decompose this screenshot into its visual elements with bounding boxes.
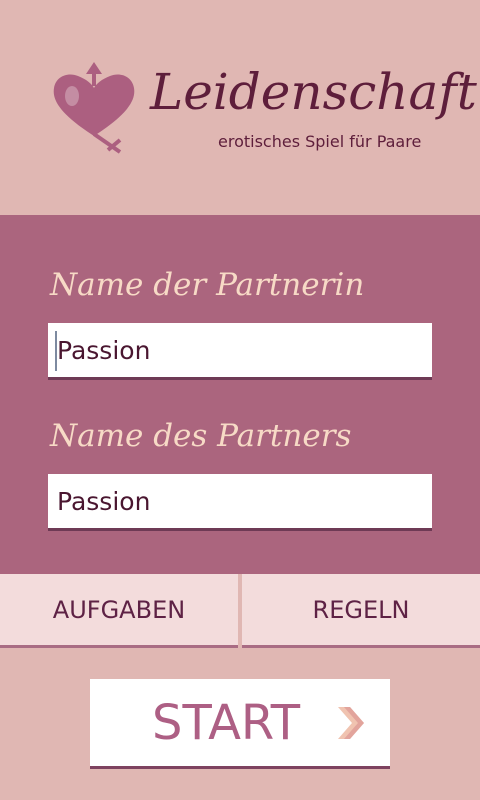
heart-gender-symbol-icon (53, 62, 135, 154)
partner-female-input[interactable] (48, 323, 432, 377)
start-button-label: START (152, 695, 301, 751)
rules-button[interactable]: REGELN (242, 574, 480, 648)
partner-female-field[interactable] (48, 323, 432, 380)
partner-male-label: Name des Partners (50, 418, 352, 454)
partner-female-label: Name der Partnerin (50, 267, 365, 303)
partner-male-input[interactable] (48, 474, 432, 528)
chevron-right-icon (338, 707, 364, 739)
start-button[interactable]: START (90, 679, 390, 769)
tasks-button[interactable]: AUFGABEN (0, 574, 238, 648)
text-cursor (55, 331, 57, 371)
app-subtitle: erotisches Spiel für Paare (218, 132, 422, 151)
app-title: Leidenschaft (150, 63, 477, 121)
partner-male-field[interactable] (48, 474, 432, 531)
